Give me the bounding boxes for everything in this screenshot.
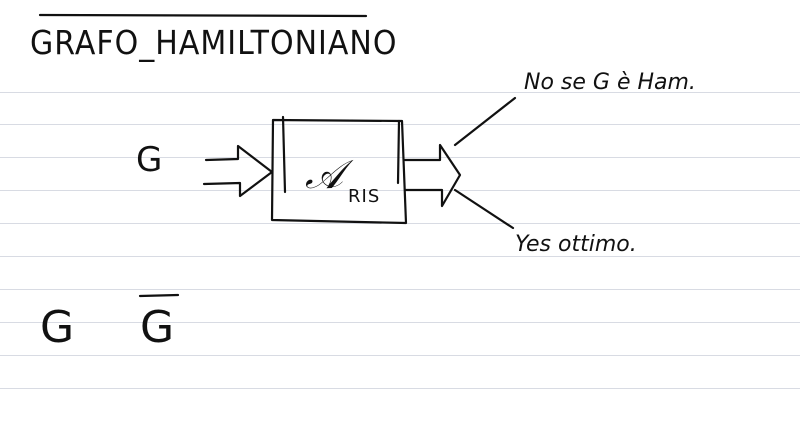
branch-no-line	[453, 96, 517, 147]
complement-graph-label: G	[140, 302, 175, 353]
page-title: GRAFO_HAMILTONIANO	[30, 24, 398, 63]
branch-yes-line	[453, 188, 515, 230]
output-arrow	[403, 143, 462, 208]
box-inner-left	[281, 115, 287, 194]
complement-bar	[138, 293, 180, 298]
input-graph-label: G	[136, 140, 163, 180]
header-line	[38, 13, 368, 18]
algorithm-subscript: RIS	[348, 186, 381, 207]
output-yes-label: Yes ottimo.	[515, 232, 637, 257]
whiteboard-sheet: GRAFO_HAMILTONIANO G 𝒜 RIS No se G è Ham…	[0, 0, 800, 421]
graph-label: G	[40, 302, 75, 353]
algorithm-symbol: 𝒜	[305, 152, 343, 198]
box-inner-right	[396, 119, 401, 185]
ink-drawing	[38, 13, 517, 298]
output-no-label: No se G è Ham.	[524, 70, 696, 95]
input-arrow	[202, 144, 274, 198]
